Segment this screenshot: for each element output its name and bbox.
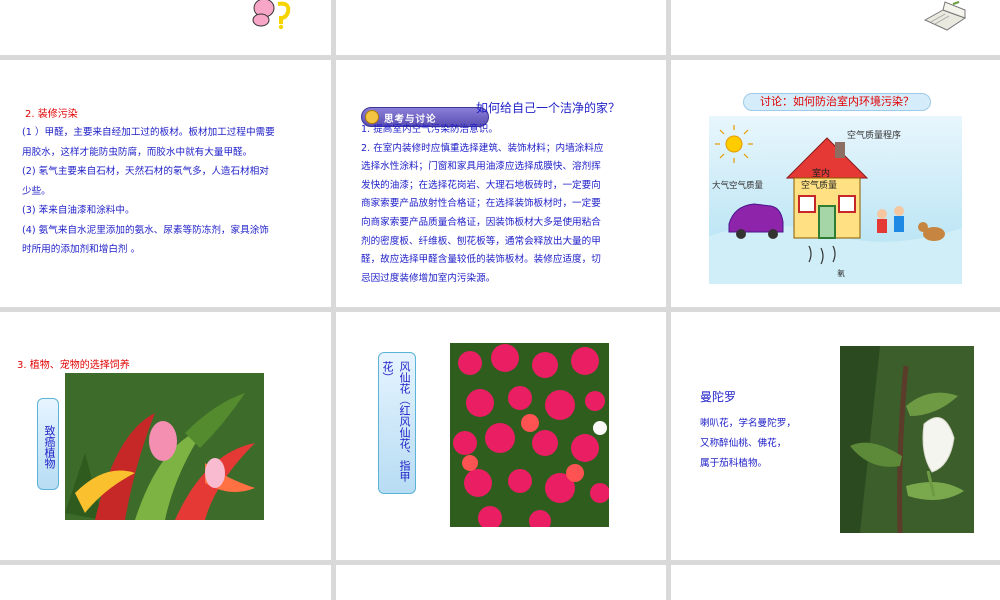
slide-decoration-pollution[interactable]: 2. 装修污染 (1 ）甲醛，主要来自经加工过的板材。板材加工过程中需要 用胶水… [0,60,331,307]
discuss-title: 讨论：如何防治室内环境污染？ [743,93,931,111]
slide-impatiens[interactable]: 风仙花（红风仙花、指甲花） [336,312,666,560]
answer-text: 1. 提高室内空气污染防治意识。 2. 在室内装修时应慎重选择建筑、装饰材料；内… [361,121,661,288]
slide-top-left[interactable] [0,0,331,55]
text-line: 商家索要产品放射性合格证；在选择装饰板材时，一定要 [361,198,601,210]
text-line: (3) 苯来自油漆和涂料中。 [22,205,135,216]
text-line: 2. 在室内装修时应慎重选择建筑、装饰材料；内墙涂料应 [361,142,604,154]
text-line: 喇叭花，学名曼陀罗， [700,418,796,429]
slide-clean-home[interactable]: 思考与讨论 如何给自己一个洁净的家？ 1. 提高室内空气污染防治意识。 2. 在… [336,60,666,307]
text-line: (2) 氡气主要来自石材，天然石材的氡气多，人造石材相对 [22,166,269,177]
text-line: 1. 提高室内空气污染防治意识。 [361,124,498,135]
slide-discuss-prevention[interactable]: 讨论：如何防治室内环境污染？ 空气质量程序 大气空气质量 室内 空气质量 氡 [671,60,1000,307]
slide-bottom-middle[interactable] [336,565,666,600]
text-line: 发快的油漆；在选择花岗岩、大理石地板砖时，一定要向 [361,179,601,191]
slide-datura[interactable]: 曼陀罗 喇叭花，学名曼陀罗， 又称醉仙桃、佛花， 属于茄科植物。 [671,312,1000,560]
text-line: 向商家索要产品质量合格证，因装饰板材大多是使用粘合 [361,216,601,228]
slide-title: 曼陀罗 [700,390,737,404]
datura-plant-photo [840,346,974,533]
svg-text:室内: 室内 [812,167,830,179]
slide-bottom-right[interactable] [671,565,1000,600]
slide-bottom-left[interactable] [0,565,331,600]
text-line: (4) 氨气来自水泥里添加的氨水、尿素等防冻剂，家具涂饰 [22,224,269,236]
svg-text:空气质量: 空气质量 [801,179,837,191]
text-line: 少些。 [22,185,51,197]
impatiens-flower-photo [450,343,609,527]
text-line: 属于茄科植物。 [700,458,768,469]
pollution-text: (1 ）甲醛，主要来自经加工过的板材。板材加工过程中需要 用胶水，这样才能防虫防… [22,123,327,260]
croton-plant-photo [65,373,264,520]
text-line: 剂的密度板、纤维板、刨花板等，通常会释放出大量的甲 [361,235,601,247]
carcinogenic-plants-label: 致癌植物 [37,398,59,490]
slide-title: 3. 植物、宠物的选择饲养 [17,360,130,371]
svg-text:大气空气质量: 大气空气质量 [712,180,764,191]
svg-text:空气质量程序: 空气质量程序 [847,129,901,141]
cartoon-icon [252,0,291,30]
book-icon [923,1,967,31]
slide-question: 如何给自己一个洁净的家？ [476,101,621,115]
text-line: 又称醉仙桃、佛花， [700,438,787,449]
slide-top-right[interactable] [671,0,1000,55]
text-line: 选择水性涂料；门窗和家具用油漆应选择成膜快、溶剂挥 [361,161,601,173]
text-line: 用胶水，这样才能防虫防腐，而胶水中就有大量甲醛。 [22,146,253,158]
slide-title: 2. 装修污染 [25,109,78,120]
text-line: 时所用的添加剂和增白剂 。 [22,244,141,255]
text-line: 忌因过度装修增加室内污染源。 [361,272,496,284]
slide-top-middle[interactable] [336,0,666,55]
indoor-air-illustration: 空气质量程序 大气空气质量 室内 空气质量 氡 [709,116,962,284]
slide-plants-pets[interactable]: 3. 植物、宠物的选择饲养 致癌植物 [0,312,331,560]
datura-text: 喇叭花，学名曼陀罗， 又称醉仙桃、佛花， 属于茄科植物。 [700,414,850,474]
text-line: 醛，故应选择甲醛含量较低的装饰板材。装修应适度，切 [361,254,601,266]
text-line: (1 ）甲醛，主要来自经加工过的板材。板材加工过程中需要 [22,127,275,138]
impatiens-label: 风仙花（红风仙花、指甲花） [378,352,416,494]
svg-text:氡: 氡 [837,268,845,278]
